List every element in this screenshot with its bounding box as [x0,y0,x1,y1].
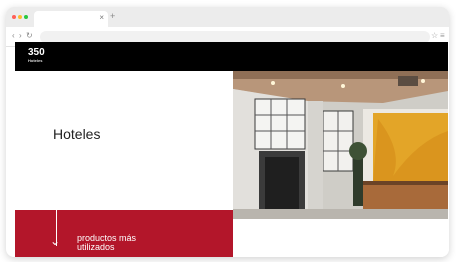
logo-sub: Hoteles [28,58,43,63]
bookmark-star-icon[interactable]: ☆ [431,31,438,40]
minimize-window-button[interactable] [18,15,22,19]
down-arrow-icon: ⌄ [50,234,61,248]
website-viewport: 350 Hoteles Hoteles ⌄ productos más util… [15,42,449,257]
site-header: 350 Hoteles [15,42,448,71]
new-tab-button[interactable]: + [110,11,115,21]
lobby-illustration [233,71,448,219]
close-window-button[interactable] [12,15,16,19]
back-icon[interactable]: ‹ [12,31,15,40]
forward-icon[interactable]: › [19,31,22,40]
reload-icon[interactable]: ↻ [26,31,33,40]
cta-text: productos más utilizados [77,234,167,252]
browser-window: × + ‹ › ↻ ☆ ≡ 350 Hoteles Hoteles ⌄ prod… [6,7,449,257]
maximize-window-button[interactable] [24,15,28,19]
browser-menu-icon[interactable]: ≡ [440,31,445,40]
browser-tab[interactable]: × [34,11,108,27]
cta-line-2: utilizados [77,242,115,252]
intro-panel: Hoteles [15,71,233,210]
tab-close-icon[interactable]: × [99,13,104,22]
hotel-lobby-photo [233,71,448,219]
logo-mark: 350 [28,47,45,58]
site-logo[interactable]: 350 Hoteles [28,48,45,63]
featured-products-banner[interactable]: ⌄ productos más utilizados [15,210,233,257]
page-title: Hoteles [53,126,101,142]
tab-bar: × + [6,7,449,27]
